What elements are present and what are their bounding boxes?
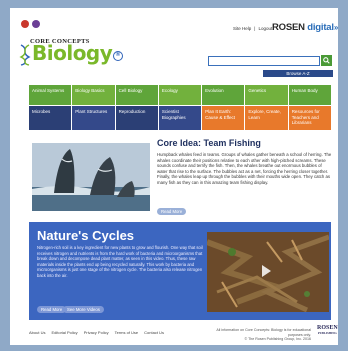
nature-title[interactable]: Nature's Cycles — [37, 228, 134, 243]
rosen-publishing-logo[interactable]: ROSEN PUBLISHING — [317, 325, 338, 336]
footer-logo-sub: PUBLISHING — [317, 331, 337, 335]
topic-nav: Animal Systems Biology Basics Cell Biolo… — [29, 85, 331, 130]
nitrogen-video[interactable] — [207, 232, 329, 312]
featured-read-more-button[interactable]: Read More — [157, 208, 187, 215]
footer-editorial-link[interactable]: Editorial Policy — [51, 330, 77, 335]
footer-about-link[interactable]: About Us — [29, 330, 45, 335]
footer-privacy-link[interactable]: Privacy Policy — [84, 330, 109, 335]
search-button[interactable] — [321, 55, 332, 66]
nav-reproduction[interactable]: Reproduction — [115, 106, 158, 130]
search-input[interactable] — [208, 56, 320, 66]
nav-microbes[interactable]: Microbes — [29, 106, 72, 130]
site-help-link[interactable]: Site Help — [233, 26, 251, 31]
nav-biology-basics[interactable]: Biology Basics — [72, 85, 115, 105]
nav-scientist-biographies[interactable]: Scientist Biographies — [158, 106, 202, 130]
featured-body: Humpback whales feed in teams. Groups of… — [157, 152, 332, 185]
copyright-line-2: © The Rosen Publishing Group, Inc. 2016 — [244, 337, 311, 341]
purple-circle-icon[interactable] — [32, 20, 40, 28]
nav-ecology[interactable]: Ecology — [158, 85, 202, 105]
nav-plant-structures[interactable]: Plant Structures — [72, 106, 115, 130]
topic-row-1: Animal Systems Biology Basics Cell Biolo… — [29, 85, 331, 105]
arrow-icon: » — [333, 23, 339, 32]
footer-contact-link[interactable]: Contact Us — [144, 330, 164, 335]
search-icon — [323, 57, 330, 64]
logout-link[interactable]: Logout — [258, 26, 272, 31]
nav-genetics[interactable]: Genetics — [245, 85, 288, 105]
nav-plan-it-earth[interactable]: Plan It Earth: Cause & Effect — [202, 106, 245, 130]
featured-article: Core Idea: Team Fishing Humpback whales … — [29, 134, 331, 220]
site-logo[interactable]: Biology ® — [19, 41, 149, 68]
natures-cycles-panel: Nature's Cycles Nitrogen-rich soil is a … — [29, 222, 331, 320]
rosen-digital-logo[interactable]: ROSEN digital» — [272, 22, 338, 33]
nav-animal-systems[interactable]: Animal Systems — [29, 85, 72, 105]
nav-human-body[interactable]: Human Body — [288, 85, 331, 105]
nav-explore-create-learn[interactable]: Explore, Create, Learn — [245, 106, 288, 130]
footer-copyright: All information on Core Concepts: Biolog… — [211, 328, 311, 342]
rosen-text: ROSEN — [272, 22, 305, 33]
browse-az-button[interactable]: Browse A-Z — [263, 70, 333, 77]
whales-image — [32, 143, 150, 211]
red-circle-icon[interactable] — [21, 20, 29, 28]
play-icon[interactable] — [262, 265, 271, 277]
logo-wordmark: Biology — [32, 41, 113, 65]
header-badges — [21, 20, 40, 28]
topic-row-2: Microbes Plant Structures Reproduction S… — [29, 106, 331, 130]
copyright-line-1: All information on Core Concepts: Biolog… — [216, 328, 311, 337]
dna-helix-icon — [19, 44, 31, 66]
footer-links: About Us Editorial Policy Privacy Policy… — [29, 330, 164, 335]
footer-terms-link[interactable]: Terms of Use — [115, 330, 139, 335]
logo-mark: ® — [113, 51, 123, 61]
nav-cell-biology[interactable]: Cell Biology — [115, 85, 158, 105]
link-separator: | — [254, 26, 256, 31]
nature-read-more-button[interactable]: Read More — [37, 306, 67, 313]
digital-text: digital — [307, 22, 334, 33]
nav-teacher-resources[interactable]: Resources for Teachers and Librarians — [288, 106, 331, 130]
featured-title[interactable]: Core Idea: Team Fishing — [157, 138, 261, 148]
nav-evolution[interactable]: Evolution — [202, 85, 245, 105]
top-links: Site Help | Logout — [233, 26, 272, 31]
see-more-videos-button[interactable]: See More Videos — [63, 306, 104, 313]
nature-body: Nitrogen-rich soil is a key ingredient f… — [37, 245, 203, 278]
